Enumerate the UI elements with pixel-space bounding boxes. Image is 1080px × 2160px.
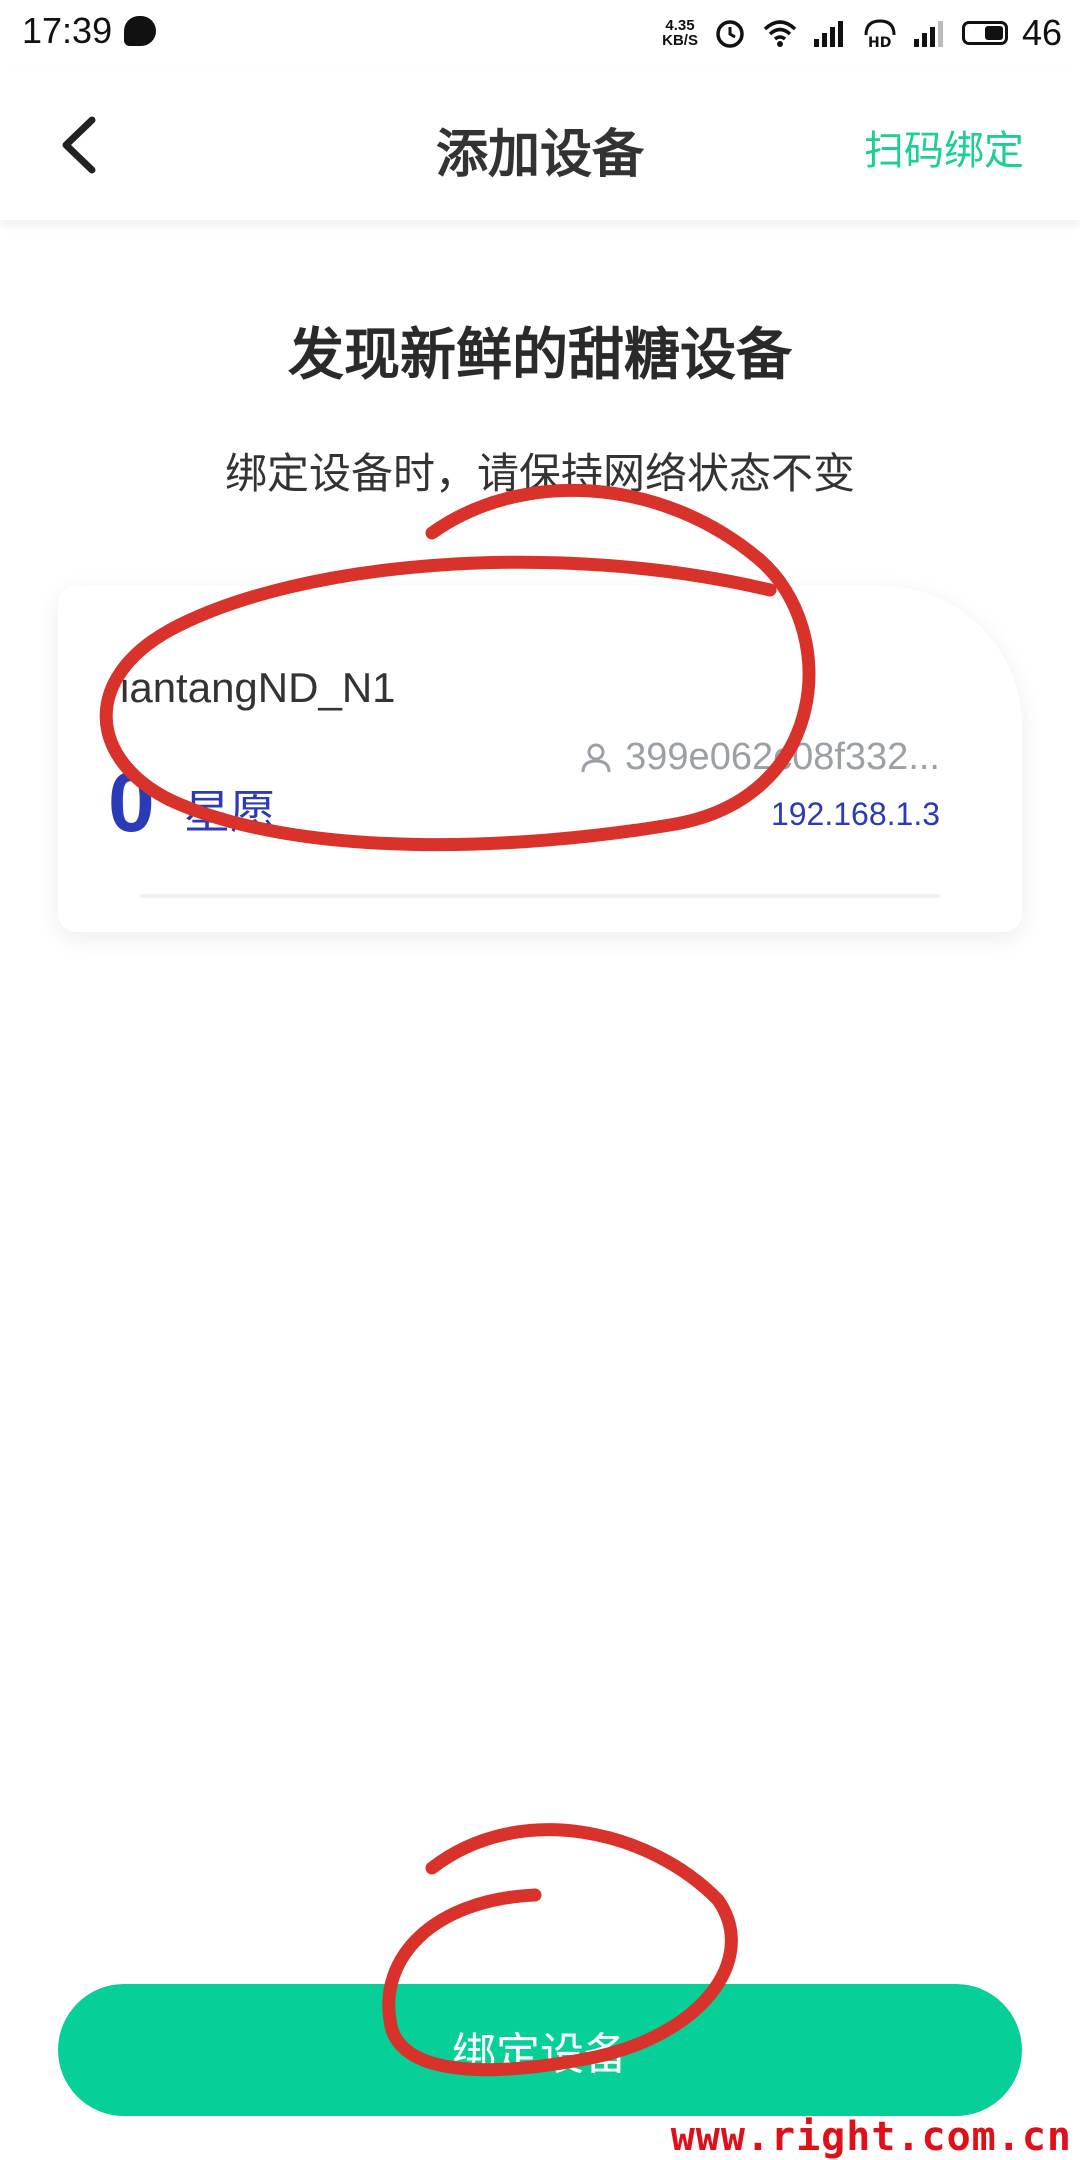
user-id-row: 399e062c08f332... (579, 736, 940, 779)
stars-label: 星愿 (184, 785, 276, 839)
battery-percent: 46 (1021, 12, 1062, 53)
app-header: 添加设备 扫码绑定 (0, 66, 1080, 220)
watermark: www.right.com.cn (670, 2114, 1072, 2160)
bind-device-button[interactable]: 绑定设备 (58, 1984, 1022, 2116)
network-speed: 4.35 KB/S (662, 18, 698, 48)
status-bar: 17:39 4.35 KB/S HD 46 (0, 0, 1080, 66)
device-ip: 192.168.1.3 (770, 796, 940, 832)
card-divider (140, 894, 940, 898)
discover-headline: 发现新鲜的甜糖设备 (288, 323, 792, 388)
svg-text:HD: HD (868, 35, 891, 49)
network-tip: 绑定设备时，请保持网络状态不变 (224, 449, 855, 498)
user-id: 399e062c08f332... (625, 736, 940, 778)
signal-icon (913, 21, 943, 47)
alarm-icon (716, 20, 744, 48)
wifi-icon (763, 20, 797, 47)
scan-bind-button[interactable]: 扫码绑定 (864, 118, 1024, 176)
user-icon (581, 743, 611, 772)
hd-icon: HD (864, 19, 896, 49)
device-name: iantangND_N1 (120, 664, 396, 711)
network-speed-unit: KB/S (662, 32, 698, 49)
network-speed-value: 4.35 (665, 17, 695, 34)
device-card[interactable]: iantangND_N1 0 星愿 399e062c08f332... 192.… (58, 586, 1022, 932)
battery-icon (961, 21, 1008, 45)
stars-value: 0 (108, 755, 155, 849)
status-icons: 4.35 KB/S HD 46 (662, 8, 1062, 58)
signal-4g-icon (813, 21, 843, 47)
status-time: 17:39 (22, 10, 113, 51)
message-icon (124, 16, 156, 46)
